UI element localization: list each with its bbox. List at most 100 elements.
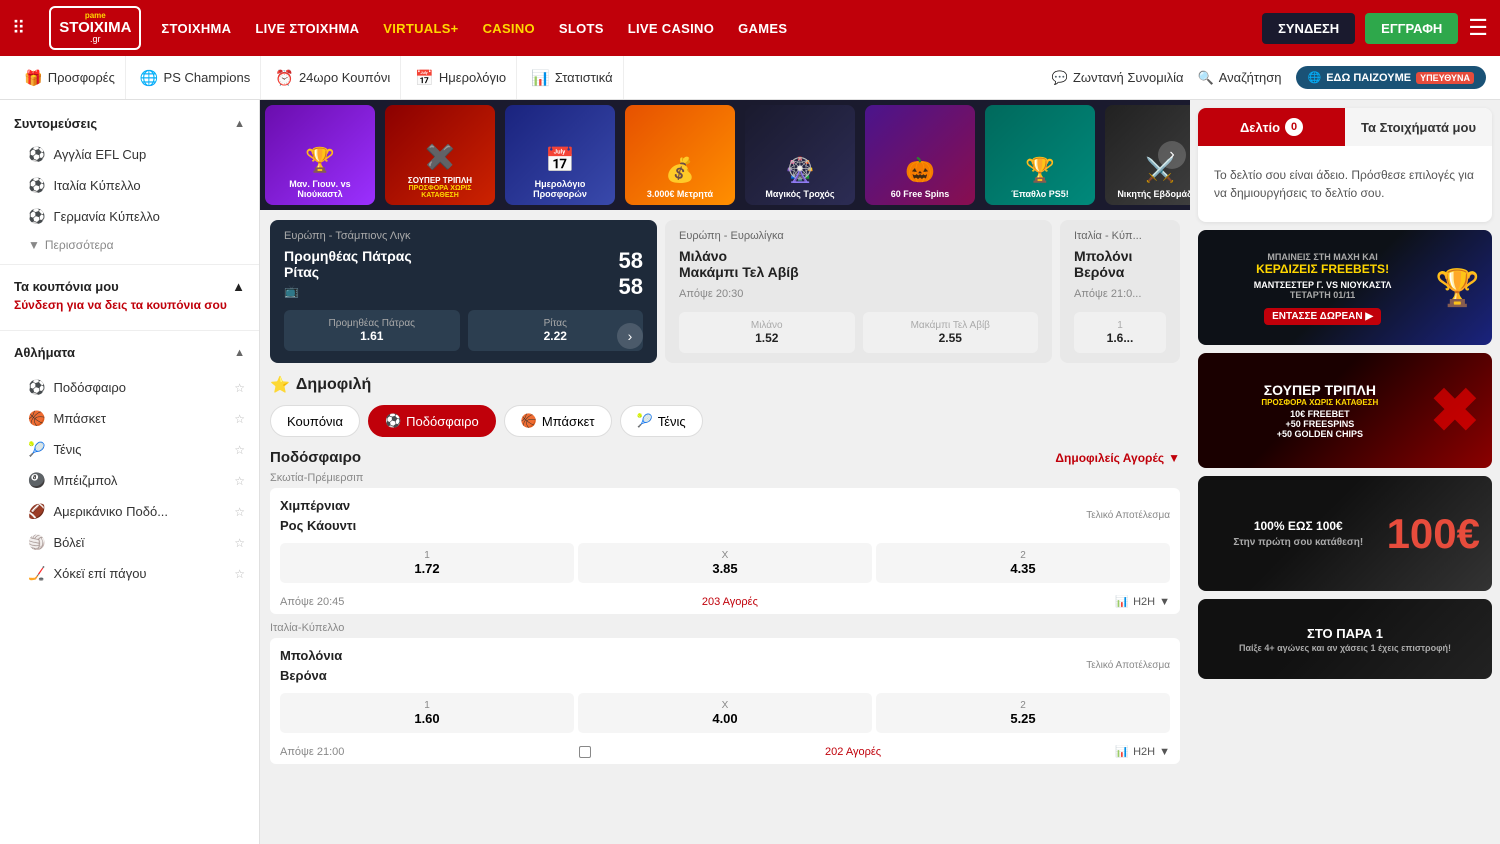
- grid-icon[interactable]: ⠿: [12, 18, 25, 39]
- match-odd-0-1[interactable]: Χ 3.85: [578, 543, 872, 583]
- football-star[interactable]: ☆: [234, 381, 245, 395]
- sidebar-sport-american-football[interactable]: 🏈 Αμερικάνικο Ποδό... ☆: [0, 496, 259, 527]
- tab-basketball[interactable]: 🏀 Μπάσκετ: [504, 405, 612, 437]
- baseball-star[interactable]: ☆: [234, 474, 245, 488]
- show-more-shortcuts[interactable]: ▼ Περισσότερα: [0, 232, 259, 258]
- enter-label[interactable]: ΕΝΤΑΣΣΕ ΔΩΡΕΑΝ ▶: [1264, 308, 1381, 325]
- ad-super-tripla[interactable]: ΣΟΥΠΕΡ ΤΡΙΠΛΗ ΠΡΟΣΦΟΡΑ ΧΩΡΙΣ ΚΑΤΑΘΕΣΗ 10…: [1198, 353, 1492, 468]
- banner-ps5[interactable]: 🏆 Έπαθλο PS5!: [985, 105, 1095, 205]
- odd-btn-1-1[interactable]: Μακάμπι Τελ Αβίβ 2.55: [863, 312, 1039, 353]
- h2h-label-0: H2H: [1133, 596, 1155, 608]
- odd-btn-1-0[interactable]: Μιλάνο 1.52: [679, 312, 855, 353]
- ad-tripla-sub2: 10€ FREEBET: [1210, 409, 1430, 419]
- match-odd-1-1[interactable]: Χ 4.00: [578, 693, 872, 733]
- match-h2h-0[interactable]: 📊 H2H ▼: [1115, 595, 1170, 608]
- ad-super-tripla-left: ΣΟΥΠΕΡ ΤΡΙΠΛΗ ΠΡΟΣΦΟΡΑ ΧΩΡΙΣ ΚΑΤΑΘΕΣΗ 10…: [1210, 382, 1430, 439]
- match-odd-1-2[interactable]: 2 5.25: [876, 693, 1170, 733]
- hamburger-icon[interactable]: ☰: [1468, 15, 1488, 41]
- nav-live-casino[interactable]: LIVE CASINO: [628, 21, 714, 36]
- hockey-star[interactable]: ☆: [234, 567, 245, 581]
- match-agores-1[interactable]: 202 Αγορές: [825, 746, 881, 758]
- coupon-link[interactable]: Σύνδεση για να δεις τα κουπόνια σου: [14, 294, 245, 316]
- coupon-link-text[interactable]: Σύνδεση: [14, 298, 63, 312]
- stats-item[interactable]: 📊 Στατιστικά: [521, 56, 624, 99]
- match-odd-val-1-2: 5.25: [880, 711, 1166, 726]
- volleyball-label: Βόλεϊ: [53, 535, 84, 550]
- banner-title-2: Ημερολόγιο Προσφορών: [511, 179, 609, 199]
- match-odd-val-1-1: 4.00: [582, 711, 868, 726]
- offers-item[interactable]: 🎁 Προσφορές: [14, 56, 126, 99]
- sort-button[interactable]: Δημοφιλείς Αγορές ▼: [1055, 451, 1180, 465]
- banner-super-tripla[interactable]: ✖️ ΣΟΥΠΕΡ ΤΡΙΠΛΗ ΠΡΟΣΦΟΡΑ ΧΩΡΙΣ ΚΑΤΑΘΕΣΗ: [385, 105, 495, 205]
- live-card-nav-0[interactable]: ›: [617, 323, 643, 349]
- nav-slots[interactable]: SLOTS: [559, 21, 604, 36]
- sports-header[interactable]: Αθλήματα ▲: [0, 337, 259, 368]
- basketball-star[interactable]: ☆: [234, 412, 245, 426]
- search-button[interactable]: 🔍 Αναζήτηση: [1198, 70, 1282, 86]
- odd-val-1-0: 1.52: [683, 331, 851, 345]
- chat-button[interactable]: 💬 Ζωντανή Συνομιλία: [1052, 70, 1184, 86]
- sidebar-sport-football[interactable]: ⚽ Ποδόσφαιρο ☆: [0, 372, 259, 403]
- odd-label-0-1: Ρίτας: [472, 318, 640, 329]
- match-agores-0[interactable]: 203 Αγορές: [702, 596, 758, 608]
- am-football-label: Αμερικάνικο Ποδό...: [53, 504, 168, 519]
- odd-btn-0-0[interactable]: Προμηθέας Πάτρας 1.61: [284, 310, 460, 351]
- nav-virtuals[interactable]: VIRTUALS+: [383, 21, 458, 36]
- match-odds-row-1: 1 1.60 Χ 4.00 2 5.25: [270, 693, 1180, 741]
- top-nav: ⠿ pame STOIXIMA .gr ΣΤΟΙΧΗΜΑ LIVE ΣΤΟΙΧΗ…: [0, 0, 1500, 56]
- register-button[interactable]: ΕΓΓΡΑΦΗ: [1365, 13, 1458, 44]
- tab-coupon[interactable]: Κουπόνια: [270, 405, 360, 437]
- banner-cash[interactable]: 💰 3.000€ Μετρητά: [625, 105, 735, 205]
- tennis-tab-icon: 🎾: [637, 413, 653, 429]
- banner-halloween[interactable]: 🎃 60 Free Spins: [865, 105, 975, 205]
- nav-stoixima[interactable]: ΣΤΟΙΧΗΜΑ: [161, 21, 231, 36]
- banner-next-button[interactable]: ›: [1158, 141, 1186, 169]
- tab-football[interactable]: ⚽ Ποδόσφαιρο: [368, 405, 496, 437]
- banner-ps-champions[interactable]: 🏆 Μαν. Γιουν. vs Νιούκαστλ: [265, 105, 375, 205]
- sidebar-sport-baseball[interactable]: 🎱 Μπέιζμπολ ☆: [0, 465, 259, 496]
- ps-champions-item[interactable]: 🌐 PS Champions: [130, 56, 261, 99]
- tennis-star[interactable]: ☆: [234, 443, 245, 457]
- ad-ps-champ-left: ΜΠΑΙΝΕΙΣ ΣΤΗ ΜΑΧΗ ΚΑΙ ΚΕΡΔΙΖΕΙΣ FREEBETS…: [1210, 252, 1435, 324]
- sidebar-sport-basketball[interactable]: 🏀 Μπάσκετ ☆: [0, 403, 259, 434]
- sidebar-sport-tennis[interactable]: 🎾 Τένις ☆: [0, 434, 259, 465]
- match-odd-1-0[interactable]: 1 1.60: [280, 693, 574, 733]
- coupons-header[interactable]: Τα κουπόνια μου ▲: [14, 279, 245, 294]
- ad-para1[interactable]: ΣΤΟ ΠΑΡΑ 1 Παίξε 4+ αγώνες και αν χάσεις…: [1198, 599, 1492, 679]
- nav-live-stoixima[interactable]: LIVE ΣΤΟΙΧΗΜΑ: [255, 21, 359, 36]
- calendar-item[interactable]: 📅 Ημερολόγιο: [405, 56, 517, 99]
- nav-casino[interactable]: CASINO: [483, 21, 535, 36]
- sidebar-item-germany-cup[interactable]: ⚽ Γερμανία Κύπελλο: [0, 201, 259, 232]
- coupon-suffix: για να δεις τα κουπόνια σου: [67, 298, 227, 312]
- ad-bonus-100[interactable]: 100% ΕΩΣ 100€ Στην πρώτη σου κατάθεση! 1…: [1198, 476, 1492, 591]
- sidebar-sport-hockey[interactable]: 🏒 Χόκεϊ επί πάγου ☆: [0, 558, 259, 589]
- logo-sub: .gr: [59, 35, 131, 44]
- shortcuts-header[interactable]: Συντομεύσεις ▲: [0, 108, 259, 139]
- ad-ps-champ[interactable]: ΜΠΑΙΝΕΙΣ ΣΤΗ ΜΑΧΗ ΚΑΙ ΚΕΡΔΙΖΕΙΣ FREEBETS…: [1198, 230, 1492, 345]
- match-odd-0-2[interactable]: 2 4.35: [876, 543, 1170, 583]
- match-odd-0-0[interactable]: 1 1.72: [280, 543, 574, 583]
- tab-tennis[interactable]: 🎾 Τένις: [620, 405, 703, 437]
- volleyball-star[interactable]: ☆: [234, 536, 245, 550]
- responsible-gambling-badge[interactable]: 🌐 ΕΔΩ ΠΑΙΖΟΥΜΕ ΥΠΕΥΘΥΝΑ: [1296, 66, 1487, 89]
- match-h2h-1[interactable]: 📊 H2H ▼: [1115, 745, 1170, 758]
- login-button[interactable]: ΣΥΝΔΕΣΗ: [1262, 13, 1355, 44]
- 24h-coupon-item[interactable]: ⏰ 24ωρο Κουπόνι: [265, 56, 401, 99]
- odd-val-0-1: 2.22: [472, 329, 640, 343]
- odd-btn-2-0[interactable]: 1 1.6...: [1074, 312, 1166, 353]
- sidebar-sport-volleyball[interactable]: 🏐 Βόλεϊ ☆: [0, 527, 259, 558]
- banner-calendar[interactable]: 📅 Ημερολόγιο Προσφορών: [505, 105, 615, 205]
- betslip-tab-active[interactable]: Δελτίο 0: [1198, 108, 1345, 146]
- nav-games[interactable]: GAMES: [738, 21, 787, 36]
- football-icon: ⚽: [28, 379, 45, 396]
- enter-btn[interactable]: ΕΝΤΑΣΣΕ ΔΩΡΕΑΝ ▶: [1210, 306, 1435, 324]
- odd-btn-0-1[interactable]: Ρίτας 2.22: [468, 310, 644, 351]
- team2-1: Μακάμπι Τελ Αβίβ: [679, 264, 1038, 280]
- responsible-icon: 🌐: [1308, 71, 1322, 84]
- am-football-star[interactable]: ☆: [234, 505, 245, 519]
- logo[interactable]: pame STOIXIMA .gr: [49, 6, 141, 50]
- sidebar-item-italy-cup[interactable]: ⚽ Ιταλία Κύπελλο: [0, 170, 259, 201]
- my-bets-tab[interactable]: Τα Στοιχήματά μου: [1345, 108, 1492, 146]
- banner-wheel[interactable]: 🎡 Μαγικός Τροχός: [745, 105, 855, 205]
- sidebar-item-efl[interactable]: ⚽ Αγγλία EFL Cup: [0, 139, 259, 170]
